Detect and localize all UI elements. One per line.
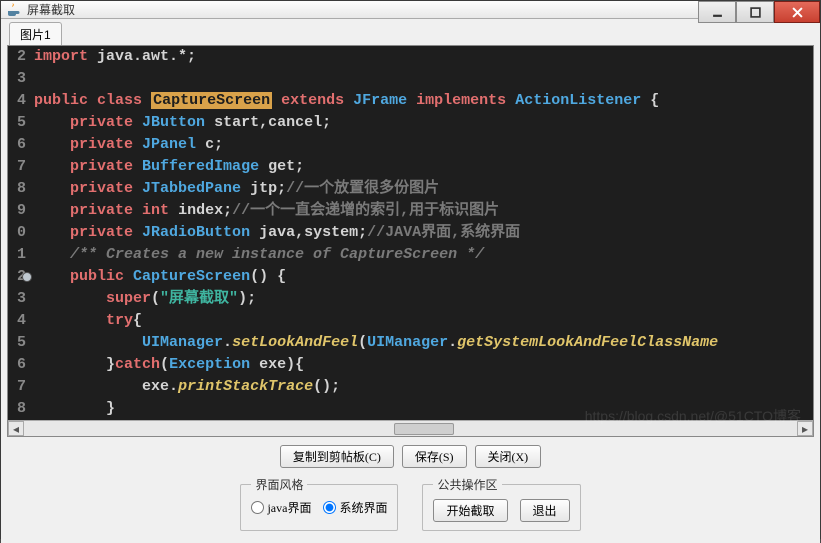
save-button[interactable]: 保存(S) [402, 445, 467, 468]
radio-java[interactable] [251, 501, 264, 514]
radio-java-text: java界面 [267, 499, 311, 516]
radio-java-label[interactable]: java界面 [251, 499, 311, 516]
copy-to-clipboard-button[interactable]: 复制到剪帖板(C) [280, 445, 394, 468]
style-group-legend: 界面风格 [251, 476, 307, 493]
code-text[interactable]: import java.awt.*;public class CaptureSc… [30, 46, 813, 420]
bottom-panels: 界面风格 java界面 系统界面 公共操作区 开始截取 退出 [7, 474, 814, 535]
line-gutter: 23456789012345678 [8, 46, 30, 420]
horizontal-scrollbar[interactable]: ◂ ▸ [8, 420, 813, 436]
code-editor: 23456789012345678 import java.awt.*;publ… [7, 45, 814, 437]
java-app-icon [5, 2, 21, 18]
radio-system-label[interactable]: 系统界面 [323, 499, 387, 516]
maximize-button[interactable] [736, 1, 774, 23]
title-bar: 屏幕截取 [1, 1, 820, 19]
minimize-button[interactable] [698, 1, 736, 23]
ops-group-legend: 公共操作区 [433, 476, 501, 493]
close-button[interactable] [774, 1, 820, 23]
style-group: 界面风格 java界面 系统界面 [240, 476, 398, 531]
ops-group: 公共操作区 开始截取 退出 [422, 476, 580, 531]
scroll-left-arrow[interactable]: ◂ [8, 421, 24, 436]
client-area: 图片1 23456789012345678 import java.awt.*;… [1, 19, 820, 543]
tab-strip: 图片1 [7, 23, 814, 45]
close-tab-button[interactable]: 关闭(X) [475, 445, 542, 468]
window-frame: 屏幕截取 图片1 23456789012345678 import java.a… [0, 0, 821, 539]
scroll-thumb[interactable] [394, 423, 454, 435]
window-controls [698, 1, 820, 23]
start-capture-button[interactable]: 开始截取 [433, 499, 507, 522]
exit-button[interactable]: 退出 [520, 499, 570, 522]
radio-system[interactable] [323, 501, 336, 514]
radio-system-text: 系统界面 [339, 499, 387, 516]
scroll-right-arrow[interactable]: ▸ [797, 421, 813, 436]
action-button-row: 复制到剪帖板(C) 保存(S) 关闭(X) [7, 437, 814, 474]
tab-image1[interactable]: 图片1 [9, 22, 62, 46]
